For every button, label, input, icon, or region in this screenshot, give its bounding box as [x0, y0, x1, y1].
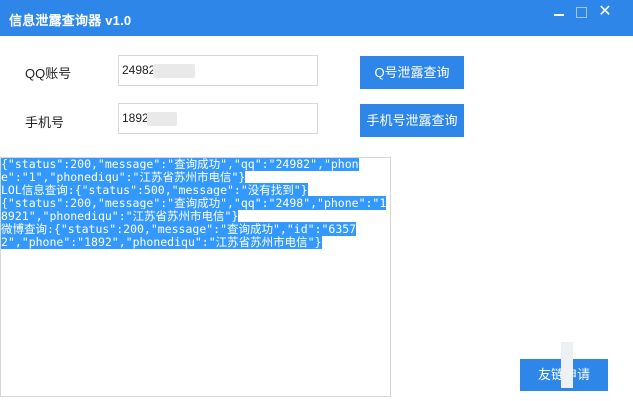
result-line: ","phonediqu":"江苏省苏州市电信"}: [28, 209, 239, 223]
minimize-button[interactable]: [548, 2, 570, 22]
result-text: {"status":200,"message":"查询成功","qq":"249…: [1, 158, 390, 249]
result-line: LOL信息查询:{"status":500,"message":"没有找到"}: [1, 183, 308, 197]
result-line: {"status":200,"message":"查询成功","qq":"249…: [1, 157, 311, 171]
maximize-button[interactable]: [570, 2, 592, 22]
qq-input-value: 24982: [122, 63, 156, 77]
redaction-blur: [147, 112, 177, 126]
close-button[interactable]: ✕: [594, 2, 616, 22]
phone-leak-query-button[interactable]: 手机号泄露查询: [360, 104, 464, 137]
qq-leak-query-button[interactable]: Q号泄露查询: [360, 56, 464, 89]
result-line: ","phonediqu":"江苏省苏州市电信"}: [111, 235, 322, 249]
window-title: 信息泄露查询器 v1.0: [9, 13, 132, 28]
phone-label: 手机号: [25, 115, 65, 130]
qq-input[interactable]: 24982: [118, 55, 318, 86]
result-line: {"status":200,"message":"查询成功","qq":"249…: [1, 196, 304, 210]
qq-label: QQ账号: [25, 66, 72, 81]
result-line: ","phone":"1892: [7, 235, 112, 249]
title-bar: 信息泄露查询器 v1.0 ✕: [0, 0, 633, 36]
result-output-area[interactable]: {"status":200,"message":"查询成功","qq":"249…: [0, 157, 391, 397]
phone-input-value: 1892: [122, 111, 149, 125]
redaction-blur: [153, 64, 195, 78]
result-line: ","phonediqu":"江苏省苏州市电信"}: [35, 170, 246, 184]
cursor-overlay: [561, 342, 573, 388]
